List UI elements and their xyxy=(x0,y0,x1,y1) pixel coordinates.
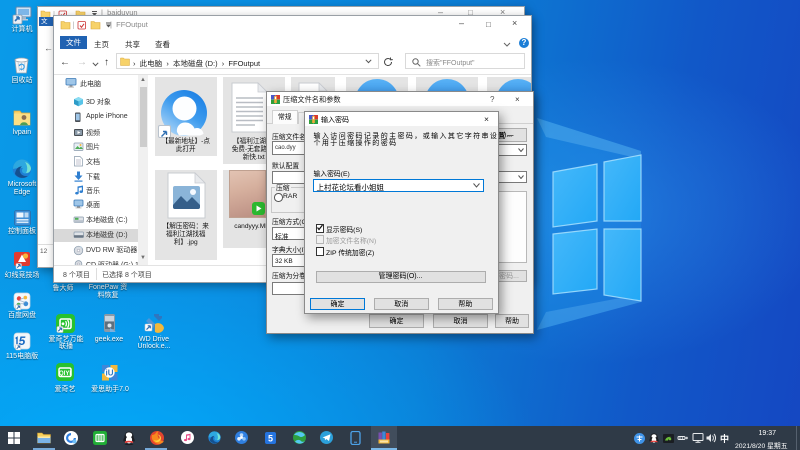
svg-text:5: 5 xyxy=(267,434,272,444)
svg-text:QIYI: QIYI xyxy=(59,371,71,377)
svg-text:iU: iU xyxy=(106,369,114,378)
